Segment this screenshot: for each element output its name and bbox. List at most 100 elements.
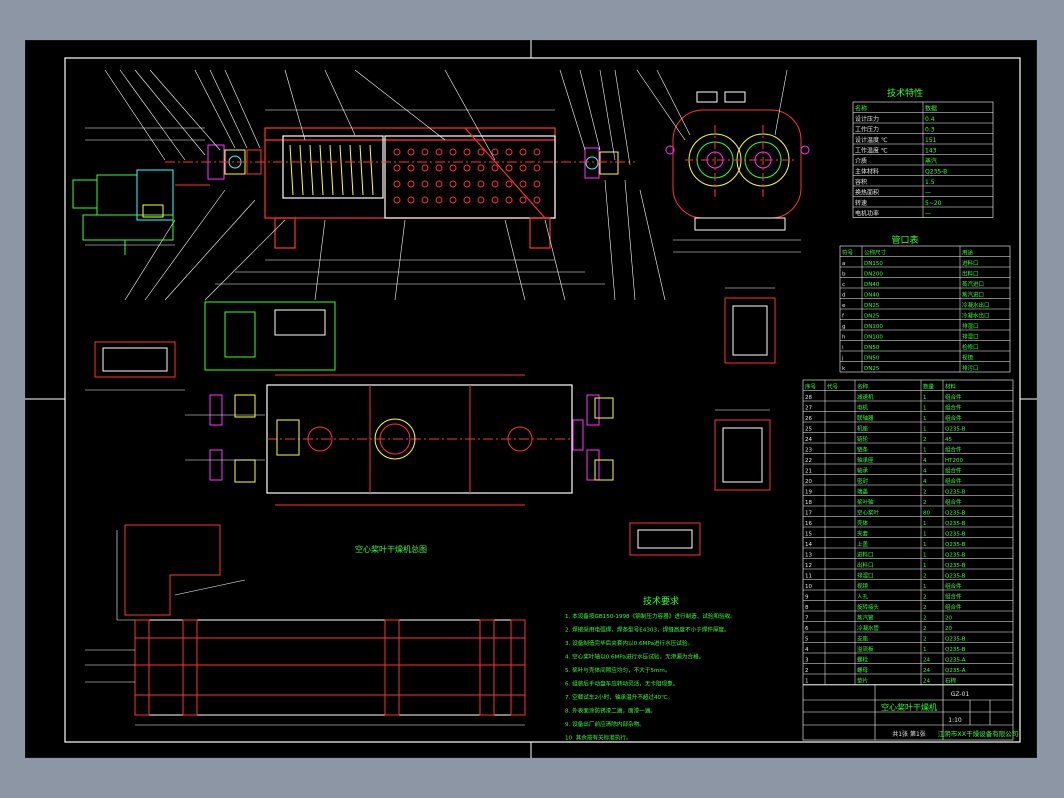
table-cell: 2: [923, 500, 927, 506]
tech-req-line: 4. 空心桨叶轴以0.6MPa进行水压试验，无渗漏为合格。: [565, 653, 704, 661]
table-cell: 27: [805, 406, 812, 412]
tech-req-line: 9. 设备出厂前应清除内部杂物。: [565, 720, 645, 728]
table-cell: 进料口: [962, 259, 979, 267]
support-title: 空心桨叶干燥机总图: [355, 544, 427, 554]
table-cell: 22: [805, 458, 812, 464]
table-cell: HT200: [945, 458, 963, 464]
table-cell: 设计温度 ℃: [855, 136, 888, 144]
table-cell: 28: [805, 395, 812, 401]
table-cell: Q235-A: [945, 658, 966, 664]
table-header: 名称: [857, 383, 869, 391]
table-cell: 1: [923, 521, 927, 527]
table-cell: 组合件: [945, 593, 962, 601]
tech-req-line: 5. 桨叶与壳体间隙应均匀，不大于5mm。: [565, 666, 670, 674]
table-cell: 4: [923, 479, 927, 485]
table-cell: DN40: [864, 293, 880, 299]
table-cell: Q235-B: [945, 532, 966, 538]
table-cell: Q235-B: [945, 574, 966, 580]
table-cell: 20: [945, 626, 952, 632]
table-cell: 人孔: [857, 593, 869, 601]
table-cell: 10: [805, 584, 812, 590]
table-cell: 工作压力: [855, 126, 879, 134]
table-cell: 蒸汽进口: [962, 280, 984, 288]
table-cell: Q235-B: [945, 542, 966, 548]
table-cell: 15: [805, 532, 812, 538]
table-cell: g: [842, 324, 846, 330]
table-cell: 主体材料: [855, 168, 879, 176]
table-cell: 组合件: [945, 393, 962, 401]
table-cell: 冷凝水管: [857, 624, 880, 632]
table-cell: 轴承座: [857, 456, 874, 464]
table-cell: DN200: [864, 272, 883, 278]
tech-req-line: 3. 设备制造完毕后夹套内以0.6MPa进行水压试验。: [565, 639, 693, 647]
table-cell: 出料口: [962, 270, 979, 278]
table-cell: 1: [923, 563, 927, 569]
table-cell: 5: [805, 637, 809, 643]
table-cell: h: [842, 335, 846, 341]
table-cell: 2: [923, 595, 927, 601]
table-cell: 容积: [855, 178, 867, 186]
table-cell: 端盖: [857, 488, 869, 496]
table-cell: Q235-B: [945, 511, 966, 517]
table-cell: 24: [923, 668, 930, 674]
table-cell: 16: [805, 521, 812, 527]
table-cell: 7: [805, 616, 809, 622]
table-cell: 冷凝水出口: [962, 312, 990, 320]
engineering-drawing: 技术特性 名称 数据设计压力 0.4工作压力 0.3设计温度 ℃ 151工作温度 ℃ 14…: [25, 40, 1037, 758]
table-cell: 3: [805, 658, 809, 664]
table-cell: DN25: [864, 303, 880, 309]
table-cell: 143: [925, 148, 937, 155]
table-cell: 组合件: [945, 467, 962, 475]
table-cell: 9: [805, 595, 809, 601]
table-cell: 80: [923, 511, 930, 517]
table-cell: 组合件: [945, 582, 962, 590]
table-cell: 进料口: [857, 551, 874, 559]
table-cell: 24: [923, 658, 930, 664]
table-cell: 螺栓: [857, 656, 869, 664]
table-cell: Q235-B: [945, 637, 966, 643]
drawing-number: GZ-01: [951, 691, 970, 698]
table-cell: 出料口: [857, 561, 874, 569]
sheet-info: 共1张 第1张: [892, 730, 926, 738]
table-cell: 1: [923, 427, 927, 433]
table-cell: 23: [805, 448, 812, 454]
table-cell: DN150: [864, 261, 883, 267]
table-cell: 1: [923, 448, 927, 454]
table-header: 公称尺寸: [864, 249, 887, 257]
table-cell: 1: [923, 647, 927, 653]
table-cell: 视镜: [857, 582, 869, 590]
table-cell: DN50: [864, 345, 880, 351]
table-cell: 2: [923, 605, 927, 611]
table-cell: 机座: [857, 425, 869, 433]
table-cell: 24: [805, 437, 812, 443]
table-cell: 冷凝水出口: [962, 301, 990, 309]
table-cell: 11: [805, 574, 812, 580]
table-cell: 设计压力: [855, 115, 879, 123]
table-cell: 垫片: [857, 677, 868, 685]
table-cell: 6: [805, 626, 809, 632]
table-cell: 2: [923, 616, 927, 622]
table-header: 数量: [923, 383, 935, 391]
table-cell: 螺母: [857, 666, 869, 674]
cad-viewport[interactable]: 技术特性 名称 数据 设计压力 0.4 工作压力 0.3 设计温度 ℃ 151 工作温度 ℃ 14…: [25, 40, 1037, 758]
table-cell: 4: [923, 469, 927, 475]
table-cell: 排湿口: [962, 322, 979, 330]
table-cell: DN25: [864, 314, 880, 320]
table-cell: 排湿口: [857, 572, 874, 580]
table-cell: 换热面积: [855, 189, 879, 197]
table-cell: 联轴器: [857, 414, 874, 422]
table-cell: DN50: [864, 356, 880, 362]
table-cell: 0.4: [925, 116, 935, 123]
table-cell: 2: [923, 574, 927, 580]
table-cell: 蒸汽管: [857, 614, 874, 622]
table-cell: 组合件: [945, 404, 962, 412]
title-block-name: 空心桨叶干燥机: [881, 702, 937, 712]
table-cell: 4: [923, 458, 927, 464]
tech-req-line: 7. 空载试车2小时，轴承温升不超过40℃。: [565, 693, 673, 701]
table-cell: 组合件: [945, 414, 962, 422]
table-cell: 2: [923, 437, 927, 443]
table-cell: 21: [805, 469, 812, 475]
table-cell: 20: [945, 616, 952, 622]
table-cell: Q235-A: [945, 668, 966, 674]
table-cell: DN40: [864, 282, 880, 288]
